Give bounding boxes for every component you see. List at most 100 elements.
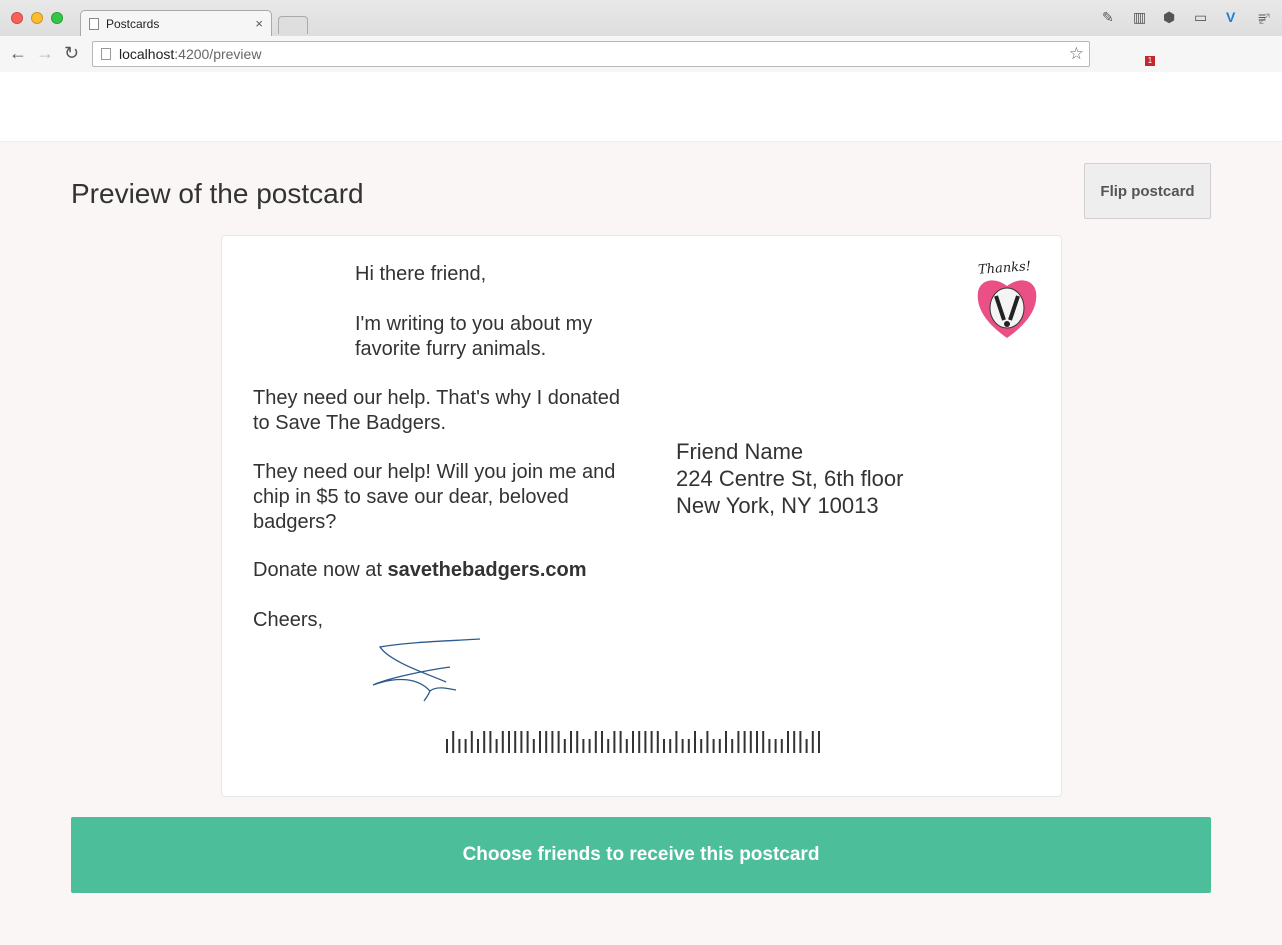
back-icon[interactable]: ← [9, 43, 27, 64]
barcode-bar [756, 731, 758, 753]
cast-icon[interactable]: ▭ [1194, 9, 1207, 26]
postcard-closing: Cheers, [253, 609, 324, 631]
postcard-paragraph-1: I'm writing to you about my favorite fur… [355, 313, 593, 360]
choose-friends-button[interactable]: Choose friends to receive this postcard [71, 817, 1211, 893]
reload-icon[interactable]: ↻ [64, 43, 79, 64]
barcode-bar [706, 731, 709, 753]
barcode-bar [749, 731, 752, 753]
page-icon [89, 17, 99, 30]
barcode-bar [762, 731, 765, 753]
badger-stamp: Thanks! [978, 259, 1037, 338]
url-path: :4200/preview [174, 46, 262, 62]
postcard-paragraph-3: They need our help! Will you join me and… [253, 461, 616, 533]
barcode-bar [477, 739, 479, 753]
signature [372, 638, 481, 702]
donate-prefix: Donate now at [253, 559, 388, 581]
barcode-bar [470, 731, 473, 753]
barcode-bar [570, 731, 572, 753]
barcode-bar [551, 731, 554, 753]
barcode-bar [545, 731, 548, 753]
recipient-city: New York, NY 10013 [676, 493, 879, 518]
extension-pen-icon[interactable]: ✎ [1102, 9, 1114, 26]
barcode-bar [446, 739, 448, 753]
barcode-bar [458, 739, 461, 753]
barcode-bar [737, 731, 740, 753]
barcode-bar [799, 731, 802, 753]
barcode-bar [588, 739, 591, 753]
recipient-address: Friend Name 224 Centre St, 6th floor New… [676, 438, 903, 519]
barcode-bar [793, 731, 796, 753]
barcode-bar [725, 731, 727, 753]
barcode-bar [452, 731, 455, 753]
window-controls [11, 12, 63, 24]
barcode-bar [787, 731, 789, 753]
barcode-bar [687, 739, 690, 753]
barcode-bar [644, 731, 647, 753]
barcode-bar [768, 739, 771, 753]
barcode-bar [638, 731, 641, 753]
extension-bars-icon[interactable]: ▥ [1133, 9, 1146, 26]
recipient-name: Friend Name [676, 439, 804, 464]
barcode-bar [464, 739, 467, 753]
barcode-bar [563, 739, 566, 753]
site-header [0, 72, 1282, 142]
barcode-bar [694, 731, 696, 753]
page-title: Preview of the postcard [71, 178, 364, 209]
postcard-paragraph-2: They need our help. That's why I donated… [253, 387, 621, 434]
browser-tab[interactable]: Postcards × [80, 10, 272, 36]
barcode-bar [532, 739, 535, 753]
tab-close-icon[interactable]: × [255, 16, 263, 31]
barcode-bar [601, 731, 603, 753]
bookmark-star-icon[interactable]: ☆ [1069, 44, 1084, 64]
barcode-bar [508, 731, 510, 753]
barcode-bar [805, 739, 808, 753]
barcode-bar [632, 731, 634, 753]
barcode-bar [539, 731, 541, 753]
barcode-bar [675, 731, 678, 753]
minimize-window-button[interactable] [31, 12, 43, 24]
barcode-bar [613, 731, 616, 753]
barcode-bar [663, 739, 665, 753]
barcode-bar [731, 739, 734, 753]
forward-icon[interactable]: → [36, 43, 54, 64]
barcode-bar [607, 739, 610, 753]
barcode-bar [700, 739, 703, 753]
extension-badge: 1 [1145, 56, 1155, 66]
barcode-bar [594, 731, 597, 753]
barcode-bar [557, 731, 560, 753]
barcode-bar [774, 739, 777, 753]
barcode-bar [582, 739, 585, 753]
barcode-bar [520, 731, 523, 753]
browser-toolbar: ← → ↻ localhost:4200/preview ☆ [0, 36, 1282, 72]
barcode-bar [495, 739, 498, 753]
barcode-bar [718, 739, 721, 753]
close-window-button[interactable] [11, 12, 23, 24]
url-text: localhost:4200/preview [119, 46, 261, 62]
barcode-bar [669, 739, 672, 753]
barcode-bar [811, 731, 814, 753]
extension-v-icon[interactable]: V [1226, 9, 1235, 25]
postcard-donate-line: Donate now at savethebadgers.com [253, 558, 587, 583]
barcode-bar [712, 739, 715, 753]
browser-chrome: Postcards × ⤢ ← → ↻ localhost:4200/previ… [0, 0, 1282, 72]
stamp-text: Thanks! [978, 259, 1032, 278]
barcode-bar [526, 731, 529, 753]
barcode-bar [619, 731, 622, 753]
barcode-bar [650, 731, 653, 753]
maximize-window-button[interactable] [51, 12, 63, 24]
recipient-street: 224 Centre St, 6th floor [676, 466, 904, 491]
postal-barcode [446, 731, 820, 753]
new-tab-button[interactable] [278, 16, 308, 34]
menu-icon[interactable]: ≡ [1258, 9, 1266, 25]
flip-postcard-button[interactable]: Flip postcard [1084, 163, 1211, 219]
postcard-preview: Hi there friend, I'm writing to you abou… [221, 235, 1062, 797]
barcode-bar [681, 739, 684, 753]
barcode-bar [483, 731, 486, 753]
page-icon [101, 48, 111, 60]
barcode-bar [514, 731, 517, 753]
postcard-greeting: Hi there friend, [355, 263, 487, 285]
address-bar[interactable]: localhost:4200/preview ☆ [92, 41, 1090, 67]
barcode-bar [576, 731, 579, 753]
barcode-bar [656, 731, 659, 753]
extension-hexagon-icon[interactable]: ⬢ [1163, 9, 1175, 26]
